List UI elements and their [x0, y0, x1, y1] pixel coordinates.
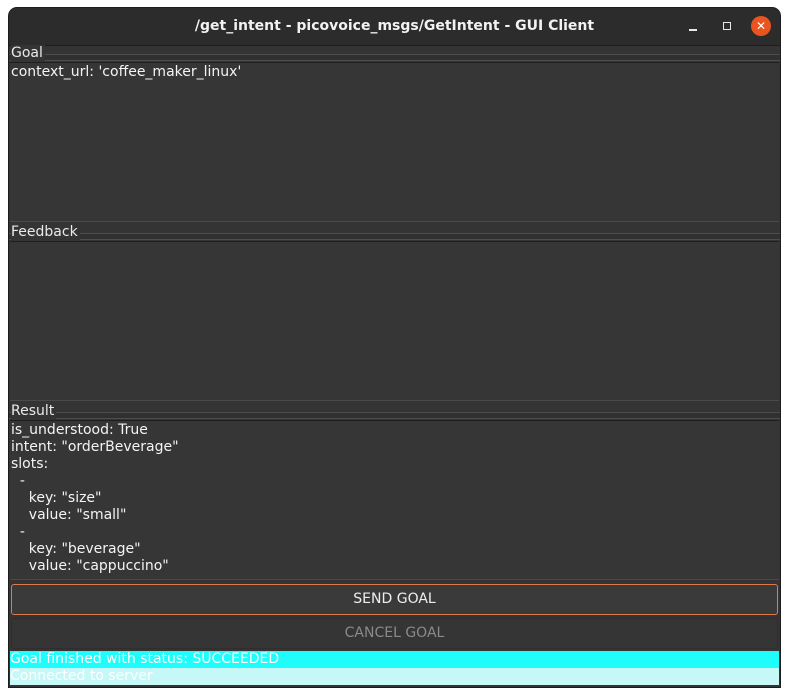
- result-separator: [9, 412, 780, 419]
- feedback-textarea[interactable]: [10, 241, 779, 401]
- window-title: /get_intent - picovoice_msgs/GetIntent -…: [194, 18, 595, 34]
- maximize-button[interactable]: [717, 16, 737, 36]
- feedback-separator: [9, 233, 780, 240]
- minimize-button[interactable]: [683, 16, 703, 36]
- close-button[interactable]: ✕: [751, 16, 771, 36]
- maximize-icon: [723, 22, 731, 30]
- status-line-connection: Connected to server: [10, 668, 779, 685]
- goal-label: Goal: [11, 45, 45, 61]
- minimize-icon: [689, 29, 697, 31]
- client-window: /get_intent - picovoice_msgs/GetIntent -…: [9, 8, 780, 687]
- goal-textarea[interactable]: context_url: 'coffee_maker_linux': [10, 62, 779, 222]
- status-line-goal: Goal finished with status: SUCCEEDED: [10, 651, 779, 668]
- send-goal-button[interactable]: SEND GOAL: [11, 584, 778, 615]
- result-label: Result: [11, 403, 57, 419]
- feedback-label: Feedback: [11, 224, 80, 240]
- goal-separator: [9, 54, 780, 61]
- close-icon: ✕: [755, 19, 767, 33]
- title-bar[interactable]: /get_intent - picovoice_msgs/GetIntent -…: [9, 8, 780, 46]
- result-textarea[interactable]: is_understood: True intent: "orderBevera…: [10, 420, 779, 580]
- cancel-goal-button[interactable]: CANCEL GOAL: [11, 618, 778, 649]
